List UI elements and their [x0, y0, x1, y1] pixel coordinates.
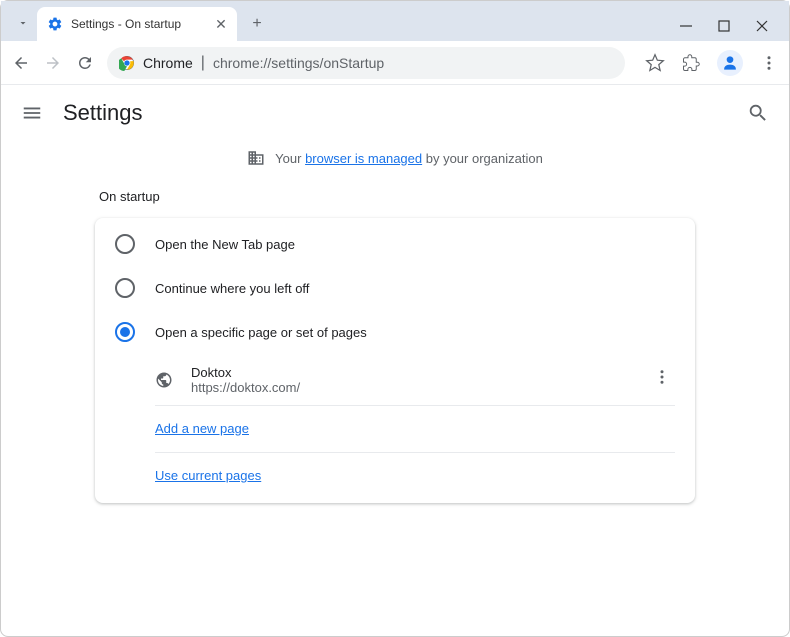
forward-button[interactable] — [43, 53, 63, 73]
radio-label: Open the New Tab page — [155, 237, 295, 252]
address-bar[interactable]: Chrome | chrome://settings/onStartup — [107, 47, 625, 79]
option-continue[interactable]: Continue where you left off — [95, 266, 695, 310]
browser-toolbar: Chrome | chrome://settings/onStartup — [1, 41, 789, 85]
reload-button[interactable] — [75, 53, 95, 73]
radio-icon — [115, 278, 135, 298]
close-window-button[interactable] — [755, 19, 769, 33]
startup-card: Open the New Tab page Continue where you… — [95, 218, 695, 503]
radio-label: Continue where you left off — [155, 281, 309, 296]
browser-titlebar: Settings - On startup ✕ + — [1, 1, 789, 41]
radio-icon — [115, 322, 135, 342]
use-current-row: Use current pages — [95, 453, 695, 499]
add-page-link[interactable]: Add a new page — [155, 421, 249, 436]
startup-page-entry: Doktox https://doktox.com/ — [95, 354, 695, 405]
page-title: Settings — [63, 100, 143, 126]
radio-label: Open a specific page or set of pages — [155, 325, 367, 340]
globe-icon — [155, 371, 173, 389]
search-settings-button[interactable] — [747, 102, 769, 124]
url-separator: | — [201, 54, 205, 72]
window-controls — [679, 19, 781, 33]
minimize-button[interactable] — [679, 19, 693, 33]
maximize-button[interactable] — [717, 19, 731, 33]
tab-search-dropdown[interactable] — [9, 9, 37, 37]
radio-icon — [115, 234, 135, 254]
managed-link[interactable]: browser is managed — [305, 151, 422, 166]
url-prefix: Chrome — [143, 55, 193, 71]
page-entry-name: Doktox — [191, 365, 631, 380]
use-current-link[interactable]: Use current pages — [155, 468, 261, 483]
settings-header: Settings — [1, 85, 789, 141]
section-title: On startup — [95, 183, 695, 218]
browser-tab[interactable]: Settings - On startup ✕ — [37, 7, 237, 41]
url-text: chrome://settings/onStartup — [213, 55, 384, 71]
managed-banner: Your browser is managed by your organiza… — [1, 141, 789, 183]
settings-favicon-icon — [47, 16, 63, 32]
page-entry-more-button[interactable] — [649, 364, 675, 395]
chrome-icon — [119, 55, 135, 71]
extensions-button[interactable] — [681, 53, 701, 73]
tab-title: Settings - On startup — [71, 17, 205, 31]
more-vert-icon — [653, 368, 671, 386]
managed-text: Your browser is managed by your organiza… — [275, 151, 543, 166]
person-icon — [720, 53, 740, 73]
page-entry-url: https://doktox.com/ — [191, 380, 631, 395]
new-tab-button[interactable]: + — [243, 10, 271, 38]
hamburger-menu-button[interactable] — [21, 102, 43, 124]
menu-button[interactable] — [759, 53, 779, 73]
tab-close-button[interactable]: ✕ — [213, 16, 229, 32]
bookmark-button[interactable] — [645, 53, 665, 73]
building-icon — [247, 149, 265, 167]
option-specific-pages[interactable]: Open a specific page or set of pages — [95, 310, 695, 354]
settings-content: On startup Open the New Tab page Continu… — [95, 183, 695, 503]
profile-avatar-button[interactable] — [717, 50, 743, 76]
add-page-row: Add a new page — [95, 406, 695, 452]
back-button[interactable] — [11, 53, 31, 73]
option-new-tab[interactable]: Open the New Tab page — [95, 222, 695, 266]
